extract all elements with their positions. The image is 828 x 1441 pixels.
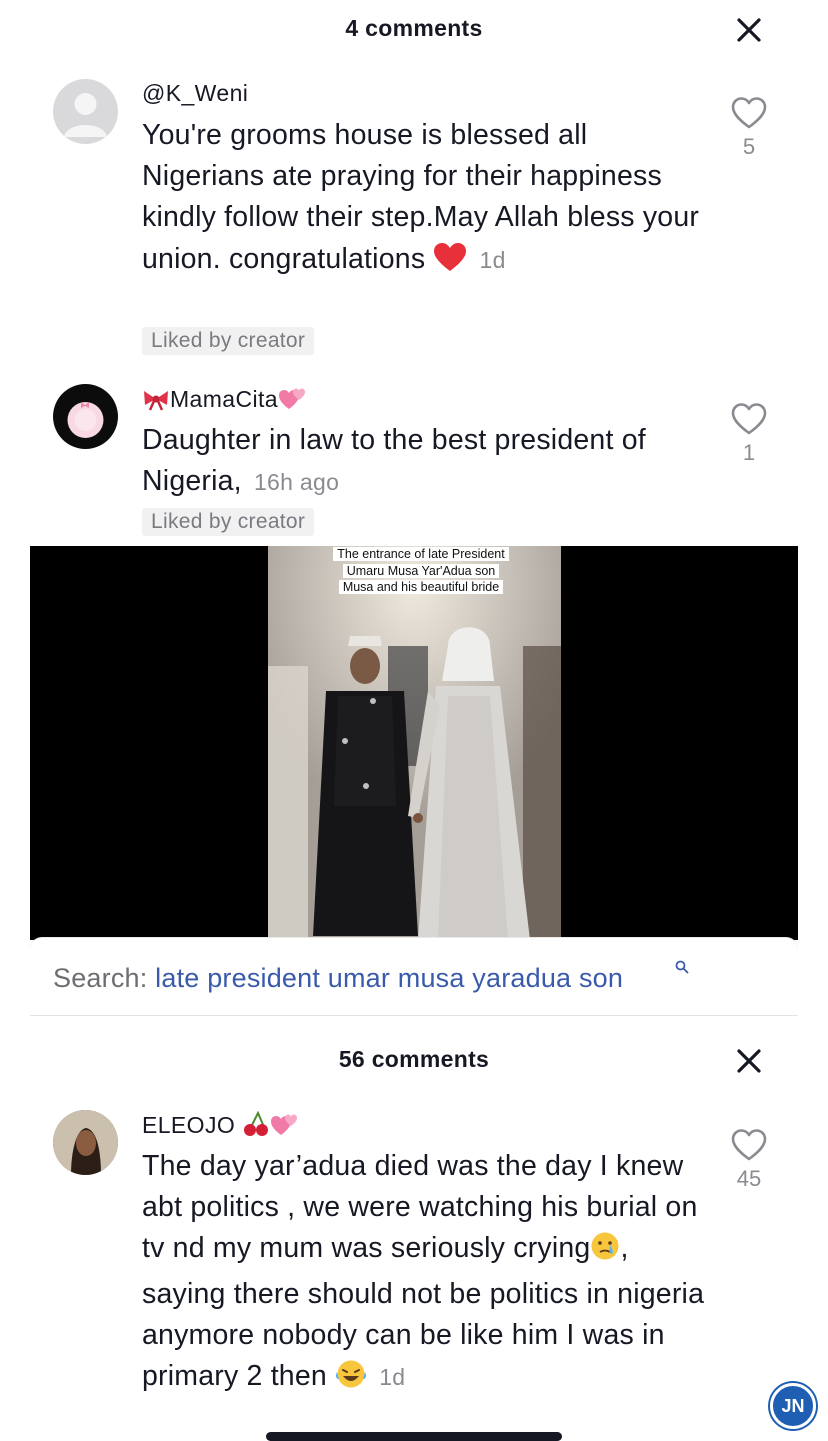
like-count: 5: [742, 134, 756, 159]
cherries-emoji-icon: [242, 1110, 270, 1143]
default-avatar-icon: [64, 93, 107, 137]
comment-text: You're grooms house is blessed all Niger…: [142, 115, 712, 284]
avatar-image: [53, 1110, 118, 1175]
video-caption-text: The entrance of late President Umaru Mus…: [333, 547, 509, 594]
hearts-emoji-icon: [278, 385, 308, 417]
avatar[interactable]: [53, 384, 118, 449]
avatar-image: [67, 402, 104, 438]
comment-username-text: MamaCita: [170, 386, 279, 412]
search-prefix: Search:: [53, 963, 148, 993]
comment-username[interactable]: ELEOJO: [142, 1110, 300, 1143]
like-button[interactable]: 5: [724, 96, 774, 160]
heart-outline-icon: [731, 403, 767, 435]
comment-username[interactable]: @K_Weni: [142, 80, 248, 107]
comment-time: 1d: [379, 1364, 406, 1391]
liked-by-creator-badge: Liked by creator: [142, 327, 315, 355]
comment-text-body: You're grooms house is blessed all Niger…: [142, 119, 700, 275]
search-suggestion-bar[interactable]: Search: late president umar musa yaradua…: [30, 938, 798, 1016]
home-indicator[interactable]: [266, 1432, 562, 1441]
liked-by-creator-badge: Liked by creator: [142, 508, 315, 536]
comment-count-bottom: 56 comments: [338, 1046, 490, 1072]
laughing-face-emoji-icon: [335, 1359, 367, 1401]
red-heart-emoji-icon: [433, 242, 467, 284]
wedding-photo-image: [268, 546, 561, 940]
comment-count-top: 4 comments: [345, 15, 483, 41]
comments-header-bottom: 56 comments: [0, 1030, 828, 1086]
heart-outline-icon: [731, 1129, 767, 1161]
crying-face-emoji-icon: [590, 1231, 620, 1273]
search-query[interactable]: late president umar musa yaradua son: [155, 963, 623, 993]
avatar[interactable]: [53, 79, 118, 144]
watermark-logo: JN: [770, 1383, 816, 1429]
search-small-icon: [675, 960, 689, 974]
like-count: 1: [742, 440, 756, 465]
comment-time: 16h ago: [253, 469, 340, 496]
video-frame: The entrance of late President Umaru Mus…: [268, 546, 561, 940]
comment-text: The day yar’adua died was the day I knew…: [142, 1146, 707, 1401]
close-icon[interactable]: [729, 1041, 769, 1081]
like-button[interactable]: 45: [724, 1128, 774, 1192]
bow-emoji-icon: [142, 389, 170, 417]
avatar[interactable]: [53, 1110, 118, 1175]
comment-time: 1d: [479, 246, 506, 273]
like-button[interactable]: 1: [724, 402, 774, 466]
heart-outline-icon: [731, 97, 767, 129]
comment-text: Daughter in law to the best president of…: [142, 420, 712, 503]
comment-text-body: Daughter in law to the best president of…: [142, 424, 646, 498]
comment-username[interactable]: MamaCita: [142, 385, 308, 417]
search-suggestion[interactable]: Search: late president umar musa yaradua…: [53, 963, 623, 994]
comments-header-top: 4 comments: [0, 0, 828, 56]
video-caption: The entrance of late President Umaru Mus…: [328, 546, 514, 596]
hearts-emoji-icon: [270, 1111, 300, 1143]
close-icon[interactable]: [729, 10, 769, 50]
video-player[interactable]: The entrance of late President Umaru Mus…: [30, 546, 798, 940]
comment-username-text: ELEOJO: [142, 1112, 236, 1138]
like-count: 45: [736, 1166, 762, 1191]
